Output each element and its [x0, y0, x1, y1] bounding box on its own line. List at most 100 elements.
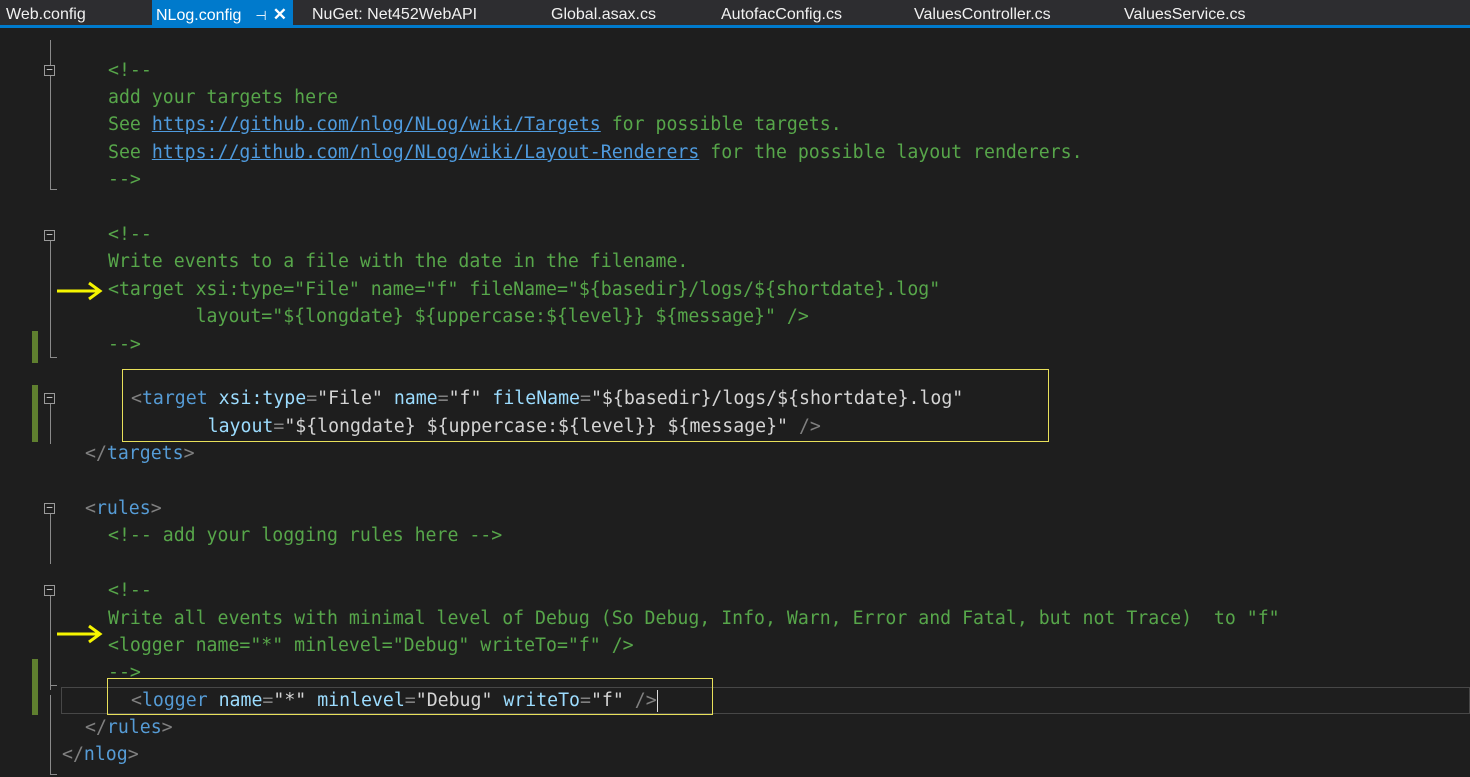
tag-delimiter: </: [85, 717, 107, 738]
attr-value: "*": [273, 690, 307, 711]
comment-text: See: [108, 114, 152, 135]
code-line: </nlog>: [62, 741, 139, 768]
comment-text: layout="${longdate} ${uppercase:${level}…: [108, 306, 809, 327]
tab-valuescontroller-cs[interactable]: ValuesController.cs: [914, 0, 1051, 28]
comment-text: <!--: [108, 224, 152, 245]
outline-end: [50, 357, 57, 358]
code-line: <!--: [108, 577, 152, 604]
collapse-box-icon[interactable]: −: [44, 502, 55, 514]
comment-text: <logger name="*" minlevel="Debug" writeT…: [108, 635, 634, 656]
comment-text: <!--: [108, 580, 152, 601]
document-tab-strip: Web.config NLog.config ⊣ ✕ NuGet: Net452We…: [0, 0, 1470, 28]
outline-guide: [50, 695, 51, 775]
comment-text: Write all events with minimal level of D…: [108, 608, 1280, 629]
attr-value: "Debug": [415, 690, 493, 711]
tag-name: rules: [106, 717, 162, 738]
tab-label: AutofacConfig.cs: [721, 6, 842, 23]
code-line: </rules>: [85, 714, 173, 741]
collapse-box-icon[interactable]: −: [44, 584, 55, 596]
code-line: Write all events with minimal level of D…: [108, 605, 1280, 632]
tab-label: ValuesService.cs: [1124, 6, 1246, 23]
arrow-right-icon: [57, 281, 103, 301]
code-line: -->: [108, 166, 141, 193]
tab-nlog-config[interactable]: NLog.config ⊣ ✕: [152, 0, 293, 28]
tag-delimiter: />: [634, 690, 657, 711]
outline-guide: [50, 399, 51, 444]
comment-text: See: [108, 142, 152, 163]
equals: =: [580, 388, 591, 409]
comment-text: Write events to a file with the date in …: [108, 251, 689, 272]
outline-end: [50, 685, 57, 686]
code-line-logger-element: <logger name="*" minlevel="Debug" writeT…: [131, 687, 658, 714]
tag-delimiter: </: [62, 744, 84, 765]
tab-autofacconfig-cs[interactable]: AutofacConfig.cs: [721, 0, 842, 28]
outline-guide: [50, 590, 51, 690]
code-line: </targets>: [85, 440, 195, 467]
attr-name: fileName: [492, 388, 581, 409]
code-line-target-element: <target xsi:type="File" name="f" fileNam…: [131, 385, 963, 412]
code-line-target-layout: layout="${longdate} ${uppercase:${level}…: [131, 413, 821, 440]
tab-nuget-net452webapi[interactable]: NuGet: Net452WebAPI: [312, 0, 477, 28]
attr-value: "f": [448, 388, 482, 409]
equals: =: [306, 388, 318, 409]
tag-name: target: [141, 388, 208, 409]
attr-name: xsi:type: [218, 388, 307, 409]
tag-delimiter: <: [131, 388, 142, 409]
layout-renderers-wiki-link[interactable]: https://github.com/nlog/NLog/wiki/Layout…: [152, 142, 700, 163]
tag-name: logger: [141, 690, 208, 711]
outline-end: [50, 189, 57, 190]
equals: =: [273, 416, 285, 437]
attr-value: "f": [590, 690, 624, 711]
attr-value: "${longdate} ${uppercase:${level}} ${mes…: [284, 416, 789, 437]
code-line: <rules>: [85, 495, 162, 522]
tab-global-asax-cs[interactable]: Global.asax.cs: [551, 0, 656, 28]
collapse-box-icon[interactable]: −: [44, 392, 55, 404]
code-line: <target xsi:type="File" name="f" fileNam…: [108, 276, 940, 303]
tag-delimiter: </: [85, 443, 107, 464]
outline-end: [50, 774, 57, 775]
comment-text: <!-- add your logging rules here -->: [108, 525, 503, 546]
outline-guide: [50, 508, 51, 564]
comment-text: for the possible layout renderers.: [699, 142, 1083, 163]
tab-label: NLog.config: [156, 7, 242, 24]
comment-text: -->: [108, 169, 141, 190]
equals: =: [580, 690, 591, 711]
comment-text: <target xsi:type="File" name="f" fileNam…: [108, 279, 941, 300]
code-line: add your targets here: [108, 84, 338, 111]
code-editor[interactable]: − − − − − <!-- add your targets here See…: [0, 28, 1470, 777]
tab-web-config[interactable]: Web.config: [6, 0, 86, 28]
attr-name: writeTo: [503, 690, 581, 711]
comment-text: for possible targets.: [600, 114, 842, 135]
code-line: <!--: [108, 221, 152, 248]
code-line: <logger name="*" minlevel="Debug" writeT…: [108, 632, 634, 659]
tag-delimiter: >: [150, 498, 162, 519]
text-caret: [656, 690, 658, 712]
collapse-box-icon[interactable]: −: [44, 229, 55, 241]
change-indicator: [32, 659, 38, 715]
tab-label: Web.config: [6, 6, 86, 23]
collapse-box-icon[interactable]: −: [44, 64, 55, 76]
targets-wiki-link[interactable]: https://github.com/nlog/NLog/wiki/Target…: [152, 114, 601, 135]
attr-name: name: [218, 690, 263, 711]
tag-delimiter: <: [131, 690, 142, 711]
attr-name: layout: [207, 416, 274, 437]
tag-delimiter: <: [85, 498, 96, 519]
tab-label: ValuesController.cs: [914, 6, 1051, 23]
close-icon[interactable]: ✕: [273, 0, 287, 30]
code-line: <!--: [108, 57, 152, 84]
code-line: Write events to a file with the date in …: [108, 248, 688, 275]
comment-text: <!--: [108, 60, 152, 81]
tag-name: targets: [106, 443, 184, 464]
pin-icon[interactable]: ⊣: [255, 1, 266, 31]
attr-name: name: [393, 388, 438, 409]
code-line: See https://github.com/nlog/NLog/wiki/La…: [108, 139, 1083, 166]
comment-text: add your targets here: [108, 87, 338, 108]
tag-delimiter: >: [127, 744, 139, 765]
tag-name: nlog: [83, 744, 128, 765]
tag-delimiter: >: [183, 443, 195, 464]
attr-value: "File": [317, 388, 383, 409]
change-indicator: [32, 385, 38, 442]
tab-valuesservice-cs[interactable]: ValuesService.cs: [1124, 0, 1246, 28]
tag-delimiter: >: [161, 717, 173, 738]
code-line: -->: [108, 331, 141, 358]
